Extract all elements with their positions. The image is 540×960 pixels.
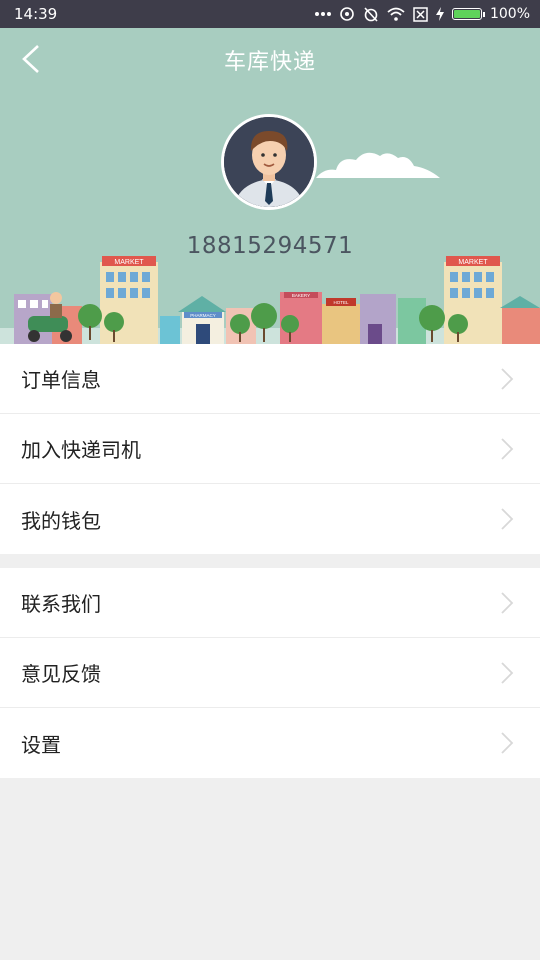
sim-off-icon [413,6,428,22]
chevron-right-icon [500,507,514,531]
status-bar: 14:39 100% [0,0,540,28]
chevron-right-icon [500,591,514,615]
status-icons: 100% [314,6,530,22]
chevron-right-icon [500,731,514,755]
menu-item-label: 意见反馈 [21,662,101,686]
market-sign-left: MARKET [114,259,144,266]
hotel-sign: HOTEL [333,300,349,305]
battery-text: 100% [489,6,530,22]
cloud-icon [316,152,440,178]
avatar[interactable] [221,114,317,210]
page-title: 车库快递 [223,50,316,75]
user-avatar-icon [224,117,314,207]
market-sign-right: MARKET [458,259,488,266]
charging-icon [435,7,444,21]
bakery-sign: BAKERY [292,293,310,298]
alarm-off-icon [363,6,379,22]
chevron-right-icon [500,367,514,391]
menu-item-settings[interactable]: 设置 [0,708,540,778]
menu-item-label: 设置 [21,732,61,757]
menu-item-wallet[interactable]: 我的钱包 [0,484,540,554]
menu-item-join-driver[interactable]: 加入快递司机 [0,414,540,484]
sync-icon [339,6,355,22]
battery-icon [451,8,485,20]
chevron-right-icon [500,437,514,461]
menu-item-label: 加入快递司机 [21,438,141,462]
menu-item-label: 我的钱包 [21,508,101,533]
battery-fill [453,10,480,18]
profile-header: 车库快递 18815294571 MARKET PHARMACY BAKERY … [0,28,540,344]
pharmacy-sign: PHARMACY [190,313,216,318]
menu-item-feedback[interactable]: 意见反馈 [0,638,540,708]
chevron-right-icon [500,661,514,685]
menu-group-account: 订单信息 加入快递司机 我的钱包 [0,344,540,554]
menu-item-contact-us[interactable]: 联系我们 [0,568,540,638]
status-time: 14:39 [14,5,58,23]
menu-group-support: 联系我们 意见反馈 设置 [0,568,540,778]
menu-item-order-info[interactable]: 订单信息 [0,344,540,414]
wifi-icon [387,7,405,21]
menu-item-label: 订单信息 [21,368,101,392]
city-illustration: MARKET PHARMACY BAKERY HOTEL MARKET [0,256,540,344]
menu-item-label: 联系我们 [21,592,101,616]
more-dots-icon [314,11,331,17]
